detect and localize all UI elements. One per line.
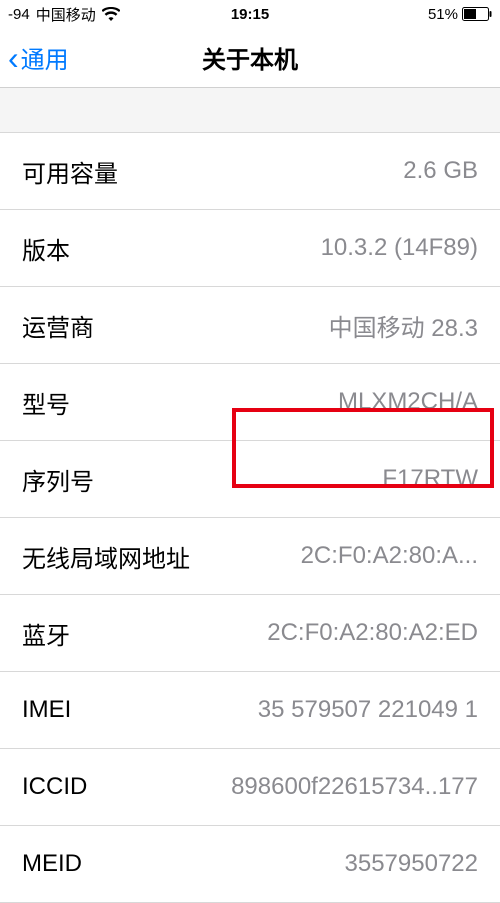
row-label: MEID bbox=[22, 850, 82, 878]
row-imei[interactable]: IMEI 35 579507 221049 1 bbox=[0, 672, 500, 749]
status-bar: -94 中国移动 19:15 51% bbox=[0, 0, 500, 28]
row-value: 10.3.2 (14F89) bbox=[321, 234, 478, 262]
chevron-left-icon: ‹ bbox=[8, 42, 19, 74]
row-available-capacity[interactable]: 可用容量 2.6 GB bbox=[0, 133, 500, 210]
back-label: 通用 bbox=[21, 40, 69, 75]
row-meid[interactable]: MEID 3557950722 bbox=[0, 826, 500, 903]
row-label: 可用容量 bbox=[22, 154, 118, 189]
row-carrier[interactable]: 运营商 中国移动 28.3 bbox=[0, 287, 500, 364]
battery-percentage: 51% bbox=[428, 6, 458, 23]
row-value: 35 579507 221049 1 bbox=[258, 696, 478, 724]
row-model[interactable]: 型号 MLXM2CH/A bbox=[0, 364, 500, 441]
row-version[interactable]: 版本 10.3.2 (14F89) bbox=[0, 210, 500, 287]
row-label: 型号 bbox=[22, 385, 70, 420]
status-left: -94 中国移动 bbox=[8, 4, 120, 25]
row-value: F17RTW bbox=[382, 465, 478, 493]
row-value: 898600f22615734..177 bbox=[231, 773, 478, 801]
row-value: 2.6 GB bbox=[403, 157, 478, 185]
nav-bar: ‹ 通用 关于本机 bbox=[0, 28, 500, 88]
status-right: 51% bbox=[428, 6, 492, 23]
row-label: 运营商 bbox=[22, 308, 94, 343]
row-wifi-address[interactable]: 无线局域网地址 2C:F0:A2:80:A... bbox=[0, 518, 500, 595]
battery-icon bbox=[462, 7, 492, 21]
carrier-name: 中国移动 bbox=[36, 4, 96, 25]
section-spacer bbox=[0, 88, 500, 133]
row-bluetooth[interactable]: 蓝牙 2C:F0:A2:80:A2:ED bbox=[0, 595, 500, 672]
page-title: 关于本机 bbox=[202, 40, 298, 75]
row-label: 蓝牙 bbox=[22, 616, 70, 651]
row-label: 版本 bbox=[22, 231, 70, 266]
row-value: MLXM2CH/A bbox=[338, 388, 478, 416]
row-serial-number[interactable]: 序列号 F17RTW bbox=[0, 441, 500, 518]
wifi-icon bbox=[102, 7, 120, 21]
row-value: 2C:F0:A2:80:A... bbox=[301, 542, 478, 570]
back-button[interactable]: ‹ 通用 bbox=[0, 40, 69, 75]
row-label: IMEI bbox=[22, 696, 71, 724]
signal-strength: -94 bbox=[8, 6, 30, 23]
row-label: 无线局域网地址 bbox=[22, 539, 190, 574]
row-label: 序列号 bbox=[22, 462, 94, 497]
row-label: ICCID bbox=[22, 773, 87, 801]
row-iccid[interactable]: ICCID 898600f22615734..177 bbox=[0, 749, 500, 826]
row-value: 2C:F0:A2:80:A2:ED bbox=[267, 619, 478, 647]
row-value: 中国移动 28.3 bbox=[329, 308, 478, 343]
row-value: 3557950722 bbox=[345, 850, 478, 878]
status-time: 19:15 bbox=[231, 6, 269, 23]
